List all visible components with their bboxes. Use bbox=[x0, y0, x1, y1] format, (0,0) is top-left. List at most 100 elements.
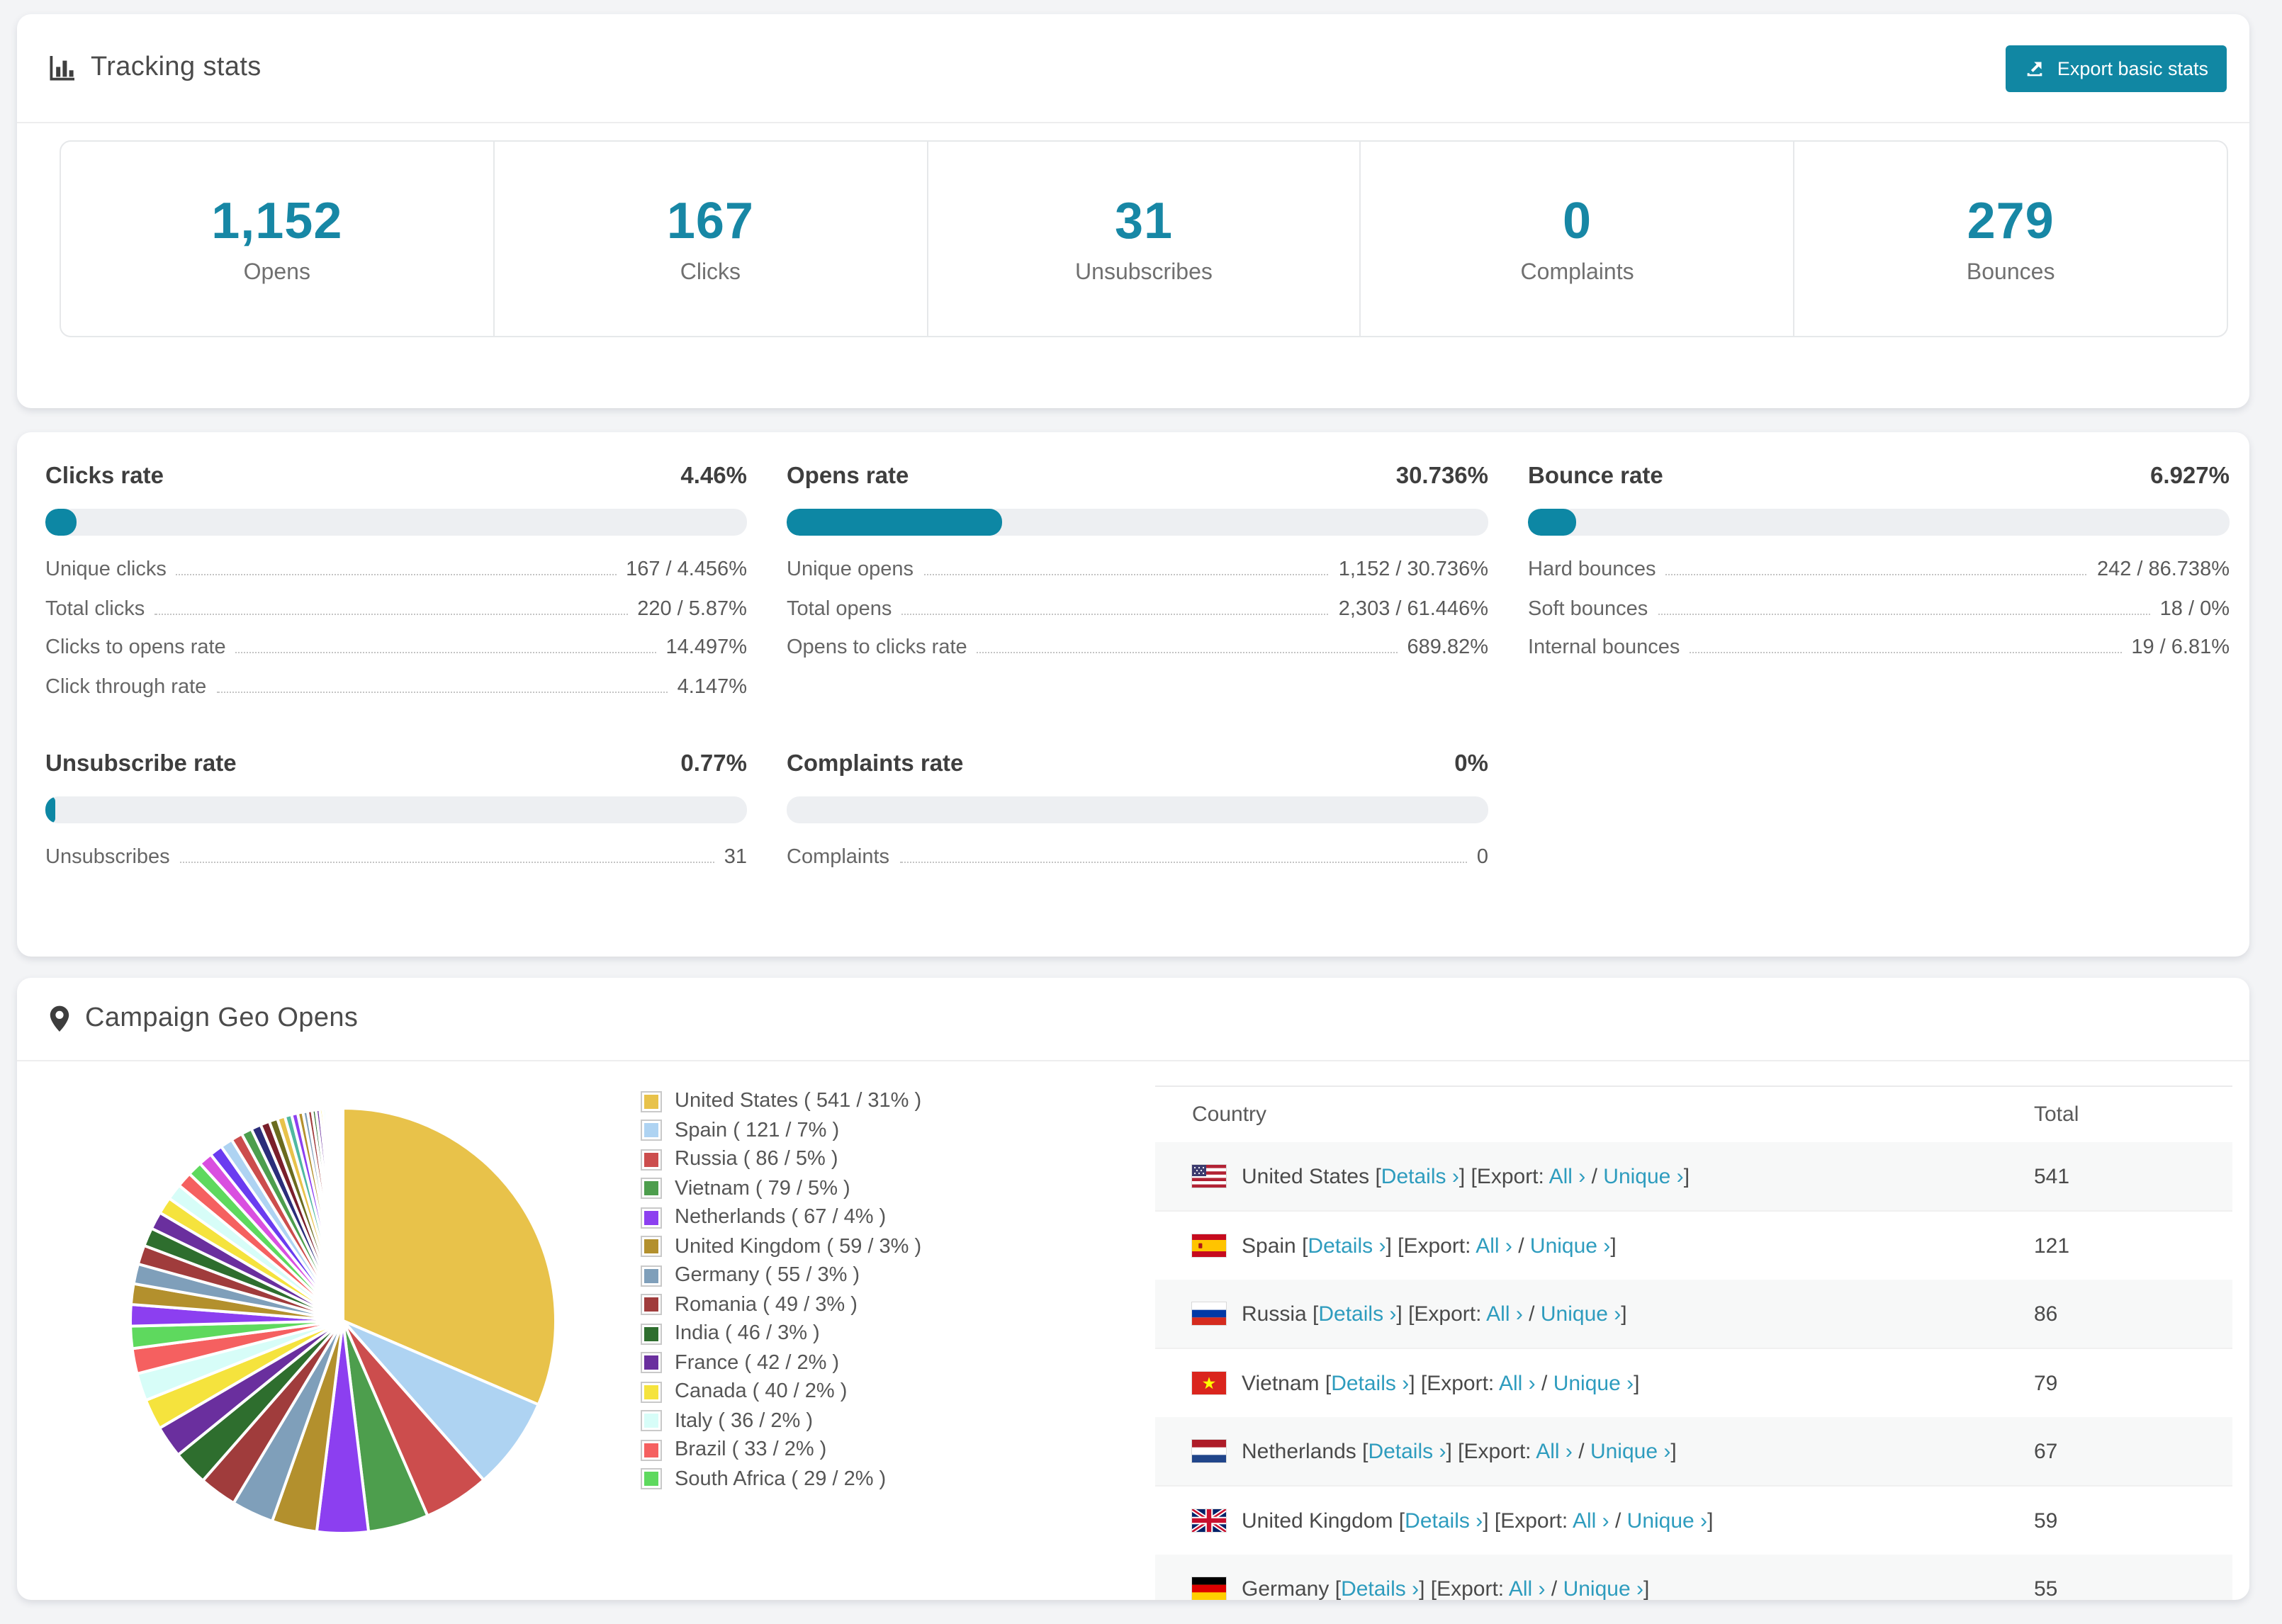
progress-bar-fill bbox=[787, 509, 1003, 536]
legend-item-russia: Russia ( 86 / 5% ) bbox=[641, 1145, 921, 1174]
geo-details-link[interactable]: Details › bbox=[1331, 1371, 1409, 1395]
geo-export-all-link[interactable]: All › bbox=[1476, 1234, 1512, 1258]
rate-head: Clicks rate 4.46% bbox=[45, 463, 747, 490]
legend-label: South Africa ( 29 / 2% ) bbox=[675, 1467, 887, 1491]
legend-label: United States ( 541 / 31% ) bbox=[675, 1090, 922, 1113]
rate-row: Opens to clicks rate 689.82% bbox=[787, 636, 1488, 675]
legend-item-italy: Italy ( 36 / 2% ) bbox=[641, 1406, 921, 1436]
legend-label: Canada ( 40 / 2% ) bbox=[675, 1380, 848, 1404]
geo-export-unique-link[interactable]: Unique › bbox=[1627, 1509, 1707, 1533]
geo-export-all-link[interactable]: All › bbox=[1573, 1509, 1609, 1533]
legend-swatch bbox=[641, 1178, 662, 1200]
legend-label: Italy ( 36 / 2% ) bbox=[675, 1409, 814, 1433]
geo-table-row-vn: Vietnam [Details ›] [Export: All › / Uni… bbox=[1155, 1348, 2232, 1417]
legend-label: Romania ( 49 / 3% ) bbox=[675, 1293, 858, 1316]
dotted-leader bbox=[977, 652, 1398, 653]
rate-row-value: 0 bbox=[1476, 846, 1488, 869]
geo-country-text: Russia [Details ›] [Export: All › / Uniq… bbox=[1242, 1302, 1627, 1326]
geo-export-unique-link[interactable]: Unique › bbox=[1603, 1164, 1683, 1188]
dotted-leader bbox=[154, 613, 628, 614]
legend-label: Vietnam ( 79 / 5% ) bbox=[675, 1177, 850, 1200]
stat-value: 31 bbox=[1114, 191, 1174, 249]
stat-value: 279 bbox=[1967, 191, 2055, 249]
geo-export-all-link[interactable]: All › bbox=[1549, 1164, 1586, 1188]
legend-swatch bbox=[641, 1410, 662, 1432]
rate-rows: Unsubscribes 31 bbox=[45, 846, 747, 885]
dotted-leader bbox=[176, 574, 617, 575]
rate-rows: Hard bounces 242 / 86.738% Soft bounces 18 … bbox=[1528, 558, 2230, 675]
export-basic-stats-button[interactable]: Export basic stats bbox=[2006, 45, 2227, 91]
dotted-leader bbox=[216, 691, 668, 692]
rate-row-value: 1,152 / 30.736% bbox=[1338, 558, 1488, 581]
legend-label: Brazil ( 33 / 2% ) bbox=[675, 1438, 827, 1462]
rate-row: Hard bounces 242 / 86.738% bbox=[1528, 558, 2230, 597]
progress-bar-track bbox=[45, 509, 747, 536]
geo-export-unique-link[interactable]: Unique › bbox=[1590, 1439, 1670, 1463]
legend-swatch bbox=[641, 1352, 662, 1374]
geo-export-unique-link[interactable]: Unique › bbox=[1530, 1234, 1610, 1258]
rate-rows: Unique opens 1,152 / 30.736% Total opens 2,… bbox=[787, 558, 1488, 675]
country-flag-icon-de bbox=[1192, 1577, 1226, 1600]
geo-total-cell: 541 bbox=[2034, 1164, 2070, 1188]
legend-item-romania: Romania ( 49 / 3% ) bbox=[641, 1290, 921, 1319]
rate-row: Complaints 0 bbox=[787, 846, 1488, 885]
legend-item-india: India ( 46 / 3% ) bbox=[641, 1319, 921, 1348]
rate-row: Soft bounces 18 / 0% bbox=[1528, 597, 2230, 636]
rate-row-label: Opens to clicks rate bbox=[787, 636, 967, 659]
legend-swatch bbox=[641, 1294, 662, 1316]
stat-box-bounces: 279 Bounces bbox=[1794, 142, 2227, 336]
geo-details-link[interactable]: Details › bbox=[1318, 1302, 1396, 1326]
geo-details-link[interactable]: Details › bbox=[1341, 1577, 1419, 1600]
geo-table-country-cell: Germany [Details ›] [Export: All › / Uni… bbox=[1155, 1577, 2034, 1600]
rate-title: Unsubscribe rate bbox=[45, 751, 237, 777]
progress-bar-fill bbox=[45, 796, 55, 823]
rate-head: Bounce rate 6.927% bbox=[1528, 463, 2230, 490]
campaign-geo-opens-card: Campaign Geo Opens United States ( 541 /… bbox=[17, 978, 2249, 1600]
geo-details-link[interactable]: Details › bbox=[1368, 1439, 1446, 1463]
stat-label: Opens bbox=[243, 261, 310, 285]
geo-country-text: Vietnam [Details ›] [Export: All › / Uni… bbox=[1242, 1371, 1640, 1395]
geo-details-link[interactable]: Details › bbox=[1381, 1164, 1459, 1188]
tracking-stats-header: Tracking stats Export basic stats bbox=[17, 14, 2249, 123]
geo-export-all-link[interactable]: All › bbox=[1509, 1577, 1546, 1600]
geo-table-country-cell: United Kingdom [Details ›] [Export: All … bbox=[1155, 1509, 2034, 1533]
rate-row: Internal bounces 19 / 6.81% bbox=[1528, 636, 2230, 675]
rate-row: Total clicks 220 / 5.87% bbox=[45, 597, 747, 636]
geo-export-unique-link[interactable]: Unique › bbox=[1563, 1577, 1643, 1600]
legend-swatch bbox=[641, 1090, 662, 1112]
geo-table-header-total: Total bbox=[2034, 1103, 2079, 1127]
geo-export-all-link[interactable]: All › bbox=[1486, 1302, 1523, 1326]
rate-row-label: Unique opens bbox=[787, 558, 914, 581]
progress-bar-track bbox=[45, 796, 747, 823]
rate-rows: Complaints 0 bbox=[787, 846, 1488, 885]
geo-export-unique-link[interactable]: Unique › bbox=[1541, 1302, 1621, 1326]
legend-item-canada: Canada ( 40 / 2% ) bbox=[641, 1377, 921, 1406]
rate-value: 6.927% bbox=[2150, 463, 2230, 489]
legend-swatch bbox=[641, 1236, 662, 1258]
geo-export-all-link[interactable]: All › bbox=[1499, 1371, 1536, 1395]
rate-row: Clicks to opens rate 14.497% bbox=[45, 636, 747, 675]
rate-block-complaints-rate: Complaints rate 0% Complaints 0 bbox=[787, 751, 1488, 885]
geo-country-text: Germany [Details ›] [Export: All › / Uni… bbox=[1242, 1577, 1650, 1600]
country-flag-icon-vn bbox=[1192, 1372, 1226, 1394]
legend-item-france: France ( 42 / 2% ) bbox=[641, 1348, 921, 1377]
rate-row-value: 4.147% bbox=[677, 675, 747, 698]
legend-item-brazil: Brazil ( 33 / 2% ) bbox=[641, 1436, 921, 1465]
geo-table-country-cell: Russia [Details ›] [Export: All › / Uniq… bbox=[1155, 1302, 2034, 1326]
geo-export-unique-link[interactable]: Unique › bbox=[1553, 1371, 1634, 1395]
geo-table-row-de: Germany [Details ›] [Export: All › / Uni… bbox=[1155, 1555, 2232, 1600]
rate-block-opens-rate: Opens rate 30.736% Unique opens 1,152 / 30.… bbox=[787, 463, 1488, 714]
geo-details-link[interactable]: Details › bbox=[1308, 1234, 1386, 1258]
legend-swatch bbox=[641, 1381, 662, 1403]
geo-export-all-link[interactable]: All › bbox=[1536, 1439, 1573, 1463]
geo-details-link[interactable]: Details › bbox=[1405, 1509, 1483, 1533]
rate-row-value: 18 / 0% bbox=[2159, 597, 2230, 620]
stat-box-complaints: 0 Complaints bbox=[1361, 142, 1795, 336]
geo-content: United States ( 541 / 31% ) Spain ( 121 /… bbox=[17, 1061, 2249, 1600]
geo-total-cell: 79 bbox=[2034, 1371, 2058, 1395]
stat-box-clicks: 167 Clicks bbox=[495, 142, 928, 336]
geo-table-row-es: Spain [Details ›] [Export: All › / Uniqu… bbox=[1155, 1210, 2232, 1280]
legend-swatch bbox=[641, 1439, 662, 1461]
page-title: Tracking stats bbox=[91, 52, 262, 82]
geo-title: Campaign Geo Opens bbox=[85, 1003, 359, 1033]
